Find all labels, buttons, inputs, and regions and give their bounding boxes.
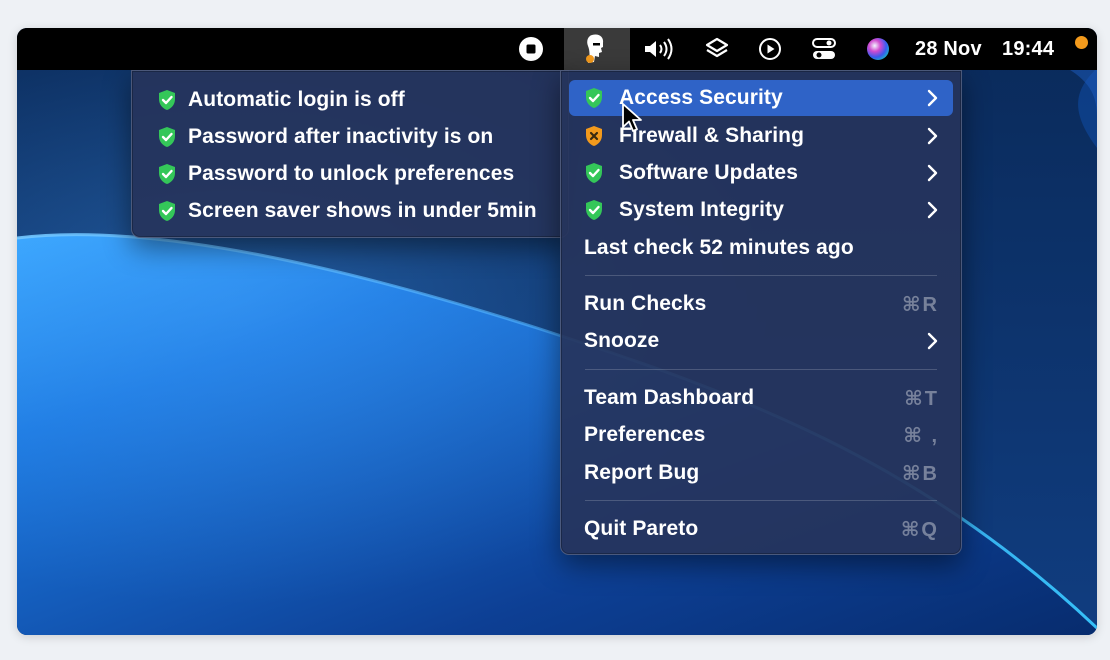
menu-separator [585,369,937,370]
last-check-status: Last check 52 minutes ago [569,230,953,266]
menu-item-label: Report Bug [584,461,700,484]
menu-item-label: Team Dashboard [584,386,755,409]
time-label: 19:44 [1002,37,1055,60]
menu-item-run-checks[interactable]: Run Checks ⌘R [569,286,953,322]
menu-bar: 28 Nov 19:44 [17,28,1097,70]
notification-dot [1074,36,1088,49]
notification-badge [586,55,594,63]
menu-item-label: Access Security [619,86,783,109]
menu-item-system-integrity[interactable]: System Integrity [569,192,953,228]
chevron-right-icon [927,332,938,350]
shield-check-icon [159,164,175,184]
shortcut-label: ⌘ , [903,424,939,447]
shortcut-label: ⌘R [902,293,939,316]
status-dot [1073,28,1089,70]
menu-item-snooze[interactable]: Snooze [569,323,953,359]
chevron-right-icon [927,89,938,107]
shield-check-icon [586,163,602,183]
menu-separator [585,500,937,501]
submenu-item-label: Password after inactivity is on [188,125,494,148]
date-label: 28 Nov [915,37,982,60]
play-circle-icon[interactable] [754,28,786,70]
layers-icon[interactable] [701,28,733,70]
menubar-date[interactable]: 28 Nov [915,28,991,70]
menu-item-label: Snooze [584,329,660,352]
shield-check-icon [159,201,175,221]
shield-check-icon [159,127,175,147]
shortcut-label: ⌘T [904,387,939,410]
submenu-item[interactable]: Screen saver shows in under 5min [140,193,560,229]
submenu-item-label: Screen saver shows in under 5min [188,199,537,222]
menu-item-report-bug[interactable]: Report Bug ⌘B [569,455,953,491]
menu-item-quit-pareto[interactable]: Quit Pareto ⌘Q [569,511,953,547]
chevron-right-icon [927,164,938,182]
submenu-item-label: Automatic login is off [188,88,405,111]
menu-item-label: System Integrity [619,198,784,221]
stop-record-icon[interactable] [514,28,548,70]
menu-item-software-updates[interactable]: Software Updates [569,155,953,191]
shortcut-label: ⌘Q [900,518,939,541]
siri-icon[interactable] [862,28,894,70]
mouse-cursor-icon [622,103,642,132]
volume-icon[interactable] [639,28,679,70]
submenu-item[interactable]: Password after inactivity is on [140,119,560,155]
shield-check-icon [159,90,175,110]
desktop-screen: 28 Nov 19:44 Automatic login is off Pass… [17,28,1097,635]
control-center-icon[interactable] [808,28,840,70]
menu-item-team-dashboard[interactable]: Team Dashboard ⌘T [569,380,953,416]
shortcut-label: ⌘B [902,462,939,485]
menu-item-label: Quit Pareto [584,517,699,540]
submenu-item[interactable]: Password to unlock preferences [140,156,560,192]
menu-item-label: Firewall & Sharing [619,124,805,147]
menu-item-label: Run Checks [584,292,707,315]
menu-item-preferences[interactable]: Preferences ⌘ , [569,417,953,453]
chevron-right-icon [927,127,938,145]
menu-item-label: Software Updates [619,161,798,184]
menu-item-label: Preferences [584,423,706,446]
menubar-time[interactable]: 19:44 [1002,28,1064,70]
pareto-main-menu: Access Security Firewall & Sharing Softw… [560,70,962,555]
shield-warning-icon [586,126,602,146]
shield-check-icon [586,88,602,108]
shield-check-icon [586,200,602,220]
pareto-app-icon[interactable] [564,28,630,70]
chevron-right-icon [927,201,938,219]
last-check-label: Last check 52 minutes ago [584,236,854,259]
submenu-item[interactable]: Automatic login is off [140,82,560,118]
submenu-item-label: Password to unlock preferences [188,162,515,185]
menu-separator [585,275,937,276]
access-security-submenu: Automatic login is off Password after in… [131,70,569,238]
